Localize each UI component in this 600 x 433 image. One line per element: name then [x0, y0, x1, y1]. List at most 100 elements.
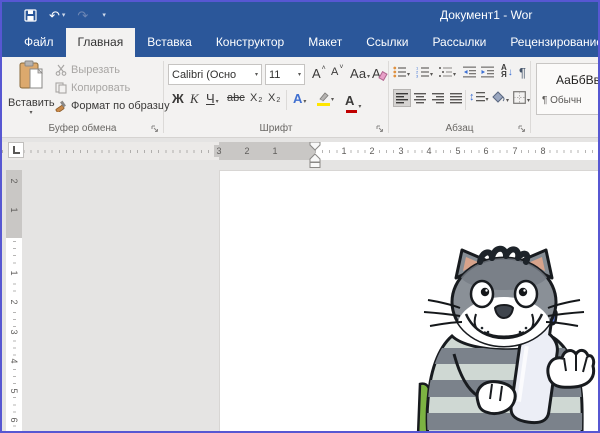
superscript-button[interactable]: Х2 [268, 93, 280, 104]
title-bar: ↶ ▾ ↷ ▾ Документ1 - Wor [2, 2, 598, 28]
font-dialog-launcher[interactable] [376, 125, 384, 133]
paste-icon [18, 60, 44, 90]
copy-label: Копировать [71, 82, 130, 94]
tab-stop-selector[interactable] [8, 142, 24, 158]
align-left-icon [396, 92, 408, 104]
paragraph-group: ▾ 1 2 3 ▾ ▾ [389, 57, 530, 137]
format-painter-button[interactable]: Формат по образцу [55, 100, 170, 112]
font-group: Calibri (Осно ▾ 11 ▾ А ˄ А ˅ Аа ▾ А [164, 57, 388, 137]
clipboard-dialog-launcher[interactable] [151, 125, 159, 133]
justify-button[interactable] [450, 92, 462, 104]
format-painter-label: Формат по образцу [71, 100, 170, 112]
ruler-number: 5 [453, 145, 463, 157]
undo-dropdown-caret[interactable]: ▾ [62, 12, 66, 19]
paragraph-dialog-launcher[interactable] [518, 125, 526, 133]
cat-image[interactable] [416, 244, 596, 431]
borders-button[interactable]: ▾ [513, 91, 530, 104]
document-area: 3 2 1 1 2 3 4 5 6 7 8 2 1 1 [2, 138, 598, 431]
tab-references[interactable]: Ссылки [354, 28, 420, 57]
style-normal-card[interactable]: АаБбВв ¶ Обычн [536, 63, 600, 115]
multilevel-list-icon [439, 66, 452, 78]
divider [286, 90, 287, 110]
tab-home[interactable]: Главная [66, 28, 136, 57]
align-right-button[interactable] [432, 92, 444, 104]
font-name-select[interactable]: Calibri (Осно ▾ [168, 64, 262, 85]
tab-layout[interactable]: Макет [296, 28, 354, 57]
tab-review[interactable]: Рецензирование [498, 28, 598, 57]
sort-arrow: ↓ [508, 67, 513, 78]
undo-icon: ↶ [49, 9, 60, 22]
increase-indent-button[interactable] [481, 66, 494, 78]
ruler-number: 8 [538, 145, 548, 157]
font-color-button[interactable]: А ▾ [345, 92, 361, 110]
style-preview-text: АаБбВв [537, 73, 600, 87]
cut-button[interactable]: Вырезать [55, 64, 120, 76]
bullets-button[interactable]: ▾ [393, 66, 410, 78]
align-left-button[interactable] [394, 90, 410, 106]
indent-markers[interactable] [307, 142, 323, 168]
tab-stop-icon [13, 146, 20, 154]
align-center-icon [414, 92, 426, 104]
font-color-swatch [346, 110, 357, 113]
tab-design[interactable]: Конструктор [204, 28, 296, 57]
font-size-caret: ▾ [298, 71, 301, 78]
grow-font-button[interactable]: А ˄ [312, 67, 326, 80]
borders-icon [513, 91, 526, 104]
ruler-number: 1 [270, 145, 280, 157]
ruler-number: 2 [242, 145, 252, 157]
ruler-number: 1 [339, 145, 349, 157]
tab-mailings[interactable]: Рассылки [420, 28, 498, 57]
highlight-color-button[interactable]: ▾ [317, 90, 334, 103]
document-title: Документ1 - Wor [440, 8, 532, 22]
subscript-button[interactable]: Х2 [250, 93, 262, 104]
clear-formatting-button[interactable]: А [372, 67, 386, 80]
font-size-select[interactable]: 11 ▾ [265, 64, 305, 85]
sort-button[interactable]: А Я ↓ [501, 64, 513, 78]
tab-file[interactable]: Файл [12, 28, 66, 57]
cat-left-paw [477, 382, 515, 414]
strikethrough-button[interactable]: abc [227, 93, 245, 104]
clipboard-group: Вставить ▾ Вырезать Копировать [2, 57, 163, 137]
ruler-number: 5 [8, 386, 20, 396]
underline-button[interactable]: Ч ▾ [206, 92, 219, 105]
ruler-number: 1 [8, 268, 20, 278]
numbering-button[interactable]: 1 2 3 ▾ [416, 66, 433, 78]
change-case-button[interactable]: Аа ▾ [350, 67, 370, 80]
ruler-number: 2 [367, 145, 377, 157]
cut-label: Вырезать [71, 64, 120, 76]
undo-button[interactable]: ↶ ▾ [49, 9, 65, 22]
save-button[interactable] [24, 9, 37, 22]
customize-qat-caret: ▾ [102, 12, 106, 19]
ruler-left-margin [219, 142, 315, 160]
decrease-indent-button[interactable] [463, 66, 476, 78]
tab-insert[interactable]: Вставка [135, 28, 204, 57]
justify-icon [450, 92, 462, 104]
paste-dropdown-caret[interactable]: ▾ [8, 109, 54, 116]
italic-button[interactable]: К [190, 92, 199, 105]
ruler-number: 6 [8, 415, 20, 425]
ruler-number: 2 [8, 297, 20, 307]
text-effects-button[interactable]: А ▾ [293, 92, 306, 105]
ruler-number: 3 [8, 327, 20, 337]
ribbon: Вставить ▾ Вырезать Копировать [2, 57, 598, 138]
customize-qat-button[interactable]: ▾ [100, 12, 106, 19]
paste-label: Вставить [8, 97, 54, 109]
font-group-label: Шрифт [164, 123, 388, 134]
multilevel-list-button[interactable]: ▾ [439, 66, 456, 78]
font-name-caret: ▾ [255, 71, 258, 78]
shading-button[interactable]: ▾ [491, 91, 509, 104]
line-spacing-button[interactable]: ↕ ▾ [469, 91, 489, 103]
shrink-font-button[interactable]: А ˅ [331, 67, 343, 78]
align-center-button[interactable] [414, 92, 426, 104]
bold-button[interactable]: Ж [172, 92, 184, 105]
horizontal-ruler[interactable]: 3 2 1 1 2 3 4 5 6 7 8 [2, 142, 598, 160]
vertical-ruler[interactable]: 2 1 1 2 3 4 5 6 [6, 170, 22, 431]
bullets-icon [393, 66, 406, 78]
divider [465, 90, 466, 110]
first-line-indent-marker [310, 142, 320, 150]
copy-button[interactable]: Копировать [55, 82, 130, 94]
quick-access-toolbar: ↶ ▾ ↷ ▾ [24, 2, 106, 28]
redo-button[interactable]: ↷ [77, 9, 88, 22]
show-marks-button[interactable]: ¶ [519, 66, 526, 79]
paste-button[interactable]: Вставить ▾ [8, 60, 54, 122]
